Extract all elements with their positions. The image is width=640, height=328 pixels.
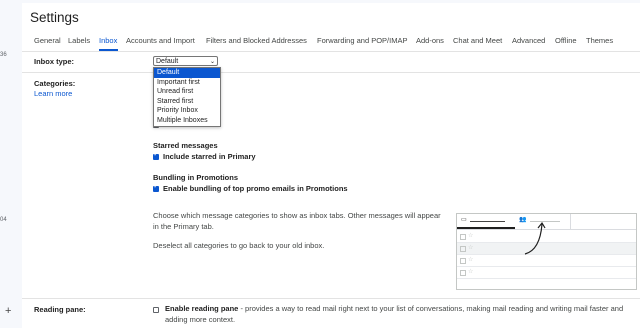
tab-add-ons[interactable]: Add-ons (416, 36, 444, 45)
dropdown-option-default[interactable]: Default (154, 68, 220, 78)
dropdown-option-priority-inbox[interactable]: Priority Inbox (154, 106, 220, 116)
tab-themes[interactable]: Themes (586, 36, 613, 45)
dropdown-option-unread-first[interactable]: Unread first (154, 87, 220, 97)
tab-filters-and-blocked-addresses[interactable]: Filters and Blocked Addresses (206, 36, 307, 45)
promotions-heading: Bundling in Promotions (153, 173, 238, 182)
chevron-down-icon: ⌄ (209, 59, 215, 65)
include-starred-checkbox[interactable] (153, 151, 159, 160)
promo-bundling-label: Enable bundling of top promo emails in P… (163, 184, 348, 193)
reading-pane-option-label: Enable reading pane (165, 304, 239, 313)
top-bar (22, 0, 640, 3)
promo-bundling-checkbox[interactable] (153, 183, 159, 192)
categories-description: in the Primary tab. (153, 222, 214, 231)
tabs-divider (22, 51, 640, 52)
starred-heading: Starred messages (153, 141, 218, 150)
reading-pane-description: adding more context. (165, 315, 236, 324)
dropdown-option-starred-first[interactable]: Starred first (154, 97, 220, 107)
tab-chat-and-meet[interactable]: Chat and Meet (453, 36, 502, 45)
learn-more-link[interactable]: Learn more (34, 89, 72, 98)
reading-pane-label: Reading pane: (34, 305, 86, 314)
categories-label: Categories: (34, 79, 76, 88)
tab-forwarding-and-pop-imap[interactable]: Forwarding and POP/IMAP (317, 36, 407, 45)
include-starred-label: Include starred in Primary (163, 152, 256, 161)
tab-advanced[interactable]: Advanced (512, 36, 545, 45)
inbox-type-select[interactable]: Default ⌄ (153, 56, 218, 66)
row-divider (22, 72, 640, 73)
reading-pane-option-text: - provides a way to read mail right next… (238, 304, 624, 313)
left-sidebar-strip (0, 0, 22, 328)
arrow-icon (524, 221, 546, 255)
plus-icon[interactable]: + (5, 305, 11, 317)
dropdown-option-multiple-inboxes[interactable]: Multiple Inboxes (154, 116, 220, 126)
inbox-type-selected-value: Default (156, 58, 179, 65)
reading-pane-description: Enable reading pane - provides a way to … (165, 303, 623, 314)
reading-pane-checkbox[interactable] (153, 307, 159, 313)
inbox-type-label: Inbox type: (34, 57, 75, 66)
tab-offline[interactable]: Offline (555, 36, 577, 45)
tab-accounts-and-import[interactable]: Accounts and Import (126, 36, 195, 45)
inbox-type-dropdown: Default Important first Unread first Sta… (153, 67, 221, 127)
tab-general[interactable]: General (34, 36, 61, 45)
left-strip-number: 36 (0, 52, 7, 58)
categories-description: Deselect all categories to go back to yo… (153, 241, 325, 250)
tab-inbox[interactable]: Inbox (99, 36, 117, 45)
dropdown-option-important-first[interactable]: Important first (154, 78, 220, 88)
left-strip-number: 04 (0, 217, 7, 223)
row-divider (22, 298, 640, 299)
page-title: Settings (30, 10, 79, 25)
categories-description: Choose which message categories to show … (153, 211, 441, 220)
tab-labels[interactable]: Labels (68, 36, 90, 45)
inbox-tabs-preview: ▭ 👥 ☆ ☆ ☆ ☆ (456, 213, 637, 290)
